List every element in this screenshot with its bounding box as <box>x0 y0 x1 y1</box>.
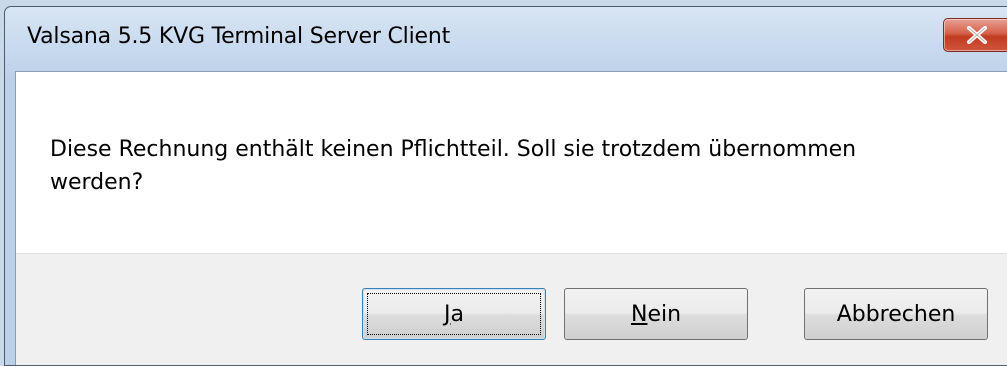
close-icon <box>967 26 987 44</box>
dialog-window: Valsana 5.5 KVG Terminal Server Client D… <box>4 6 1007 366</box>
title-bar[interactable]: Valsana 5.5 KVG Terminal Server Client <box>5 7 1007 71</box>
cancel-button-label: Abbrechen <box>836 301 956 327</box>
no-button-label: Nein <box>630 301 682 327</box>
dialog-content: Diese Rechnung enthält keinen Pflichttei… <box>15 71 1007 365</box>
button-area: Ja Nein Abbrechen <box>16 253 1007 365</box>
window-title: Valsana 5.5 KVG Terminal Server Client <box>27 24 450 49</box>
focus-rectangle <box>367 293 541 335</box>
close-button[interactable] <box>943 18 1007 52</box>
yes-button[interactable]: Ja <box>362 288 546 340</box>
message-text: Diese Rechnung enthält keinen Pflichttei… <box>50 137 857 195</box>
no-button[interactable]: Nein <box>564 288 748 340</box>
cancel-button[interactable]: Abbrechen <box>804 288 988 340</box>
